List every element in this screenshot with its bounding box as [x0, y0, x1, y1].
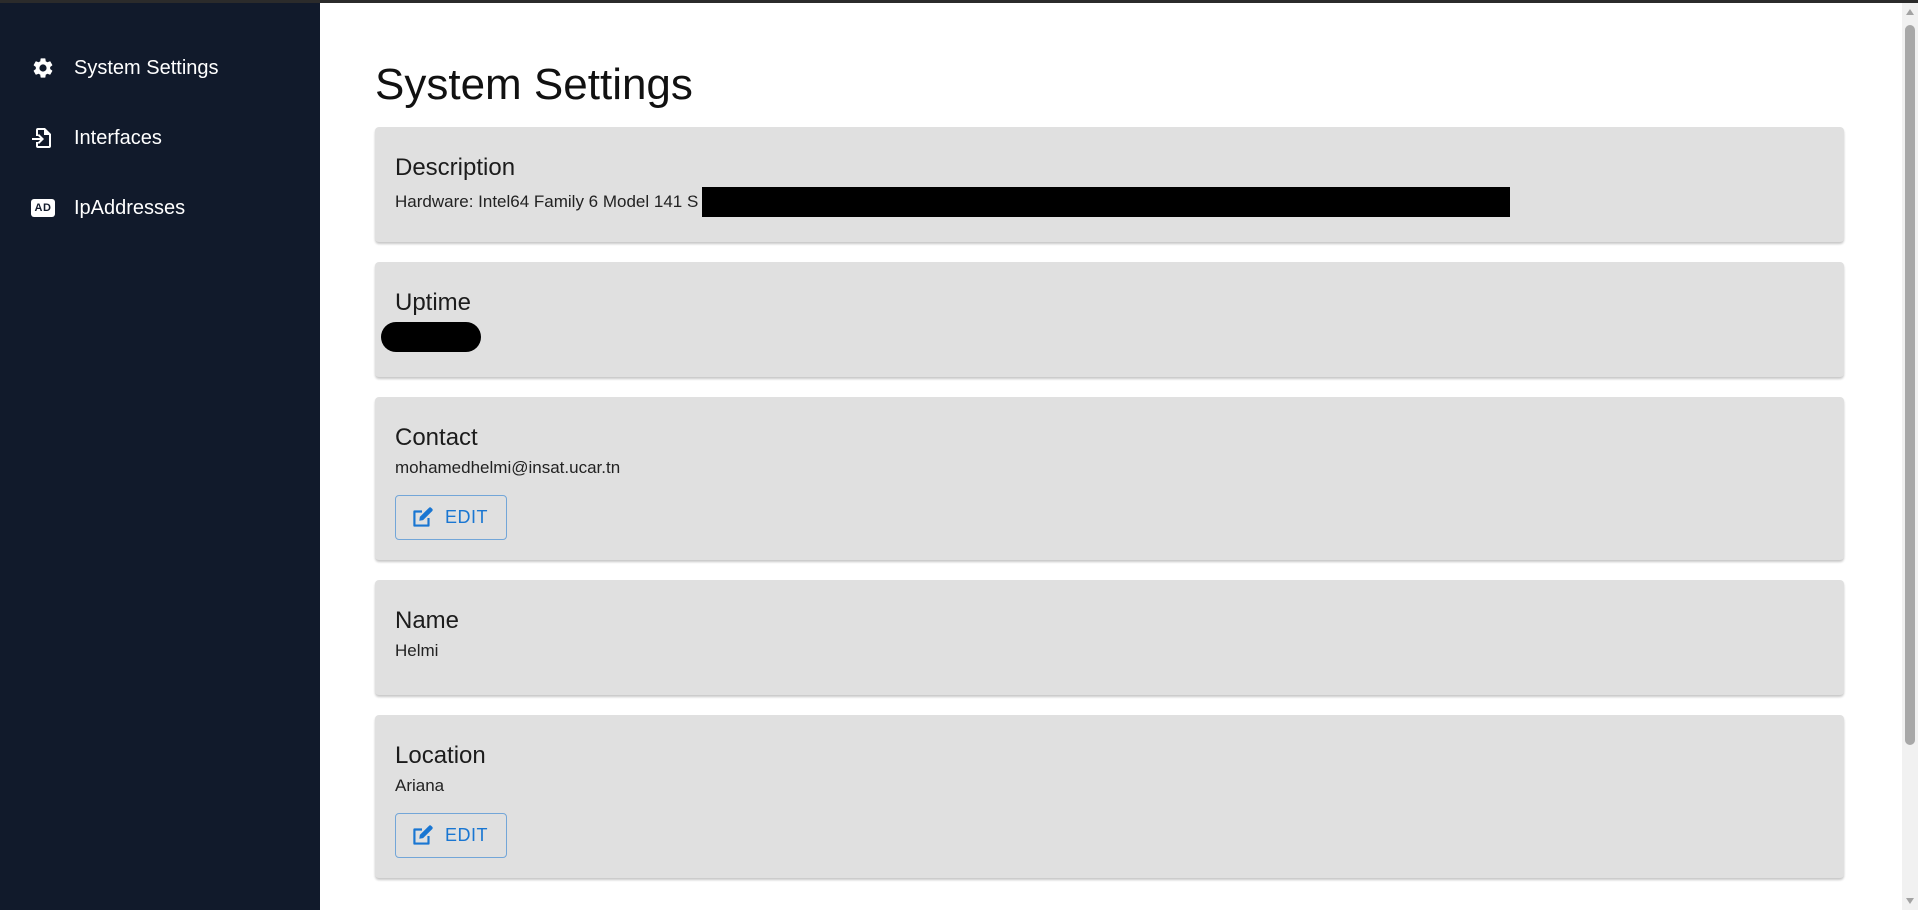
main-content: System Settings Description Hardware: In…	[320, 3, 1902, 910]
card-title: Name	[395, 607, 460, 634]
edit-icon	[413, 506, 433, 527]
contact-value: mohamedhelmi@insat.ucar.tn	[395, 458, 621, 477]
gear-icon	[30, 55, 56, 81]
file-import-icon	[30, 125, 56, 151]
description-value-row: Hardware: Intel64 Family 6 Model 141 S	[395, 187, 1824, 217]
sidebar-item-label: System Settings	[74, 56, 219, 79]
description-value: Hardware: Intel64 Family 6 Model 141 S	[395, 192, 699, 211]
description-card: Description Hardware: Intel64 Family 6 M…	[375, 127, 1844, 242]
sidebar: System Settings Interfaces AD IpAddresse…	[0, 3, 320, 910]
card-title: Contact	[395, 424, 478, 451]
edit-icon	[413, 824, 433, 845]
uptime-card: Uptime	[375, 262, 1844, 377]
sidebar-item-interfaces[interactable]: Interfaces	[0, 103, 320, 173]
sidebar-item-label: IpAddresses	[74, 196, 186, 219]
sidebar-item-ipaddresses[interactable]: AD IpAddresses	[0, 173, 320, 243]
edit-location-button[interactable]: EDIT	[395, 813, 508, 858]
ad-icon: AD	[30, 195, 56, 221]
sidebar-item-system-settings[interactable]: System Settings	[0, 33, 320, 103]
card-title: Description	[395, 154, 516, 181]
location-card: Location Ariana EDIT	[375, 715, 1844, 878]
ad-badge: AD	[31, 199, 55, 217]
uptime-value-row	[381, 322, 1824, 352]
edit-button-label: EDIT	[445, 825, 489, 845]
redaction-bar	[702, 187, 1511, 217]
sidebar-item-label: Interfaces	[74, 126, 162, 149]
scroll-down-arrow-icon[interactable]	[1906, 898, 1914, 904]
name-card: Name Helmi	[375, 580, 1844, 695]
card-title: Uptime	[395, 289, 472, 316]
scroll-up-arrow-icon[interactable]	[1906, 9, 1914, 15]
redaction-blob	[381, 322, 481, 352]
location-value: Ariana	[395, 776, 445, 795]
name-value: Helmi	[395, 641, 439, 660]
page-title: System Settings	[375, 60, 693, 109]
scrollbar-thumb[interactable]	[1905, 25, 1915, 745]
edit-contact-button[interactable]: EDIT	[395, 495, 508, 540]
edit-button-label: EDIT	[445, 507, 489, 527]
contact-card: Contact mohamedhelmi@insat.ucar.tn EDIT	[375, 397, 1844, 560]
card-title: Location	[395, 742, 486, 769]
vertical-scrollbar[interactable]	[1902, 3, 1918, 910]
